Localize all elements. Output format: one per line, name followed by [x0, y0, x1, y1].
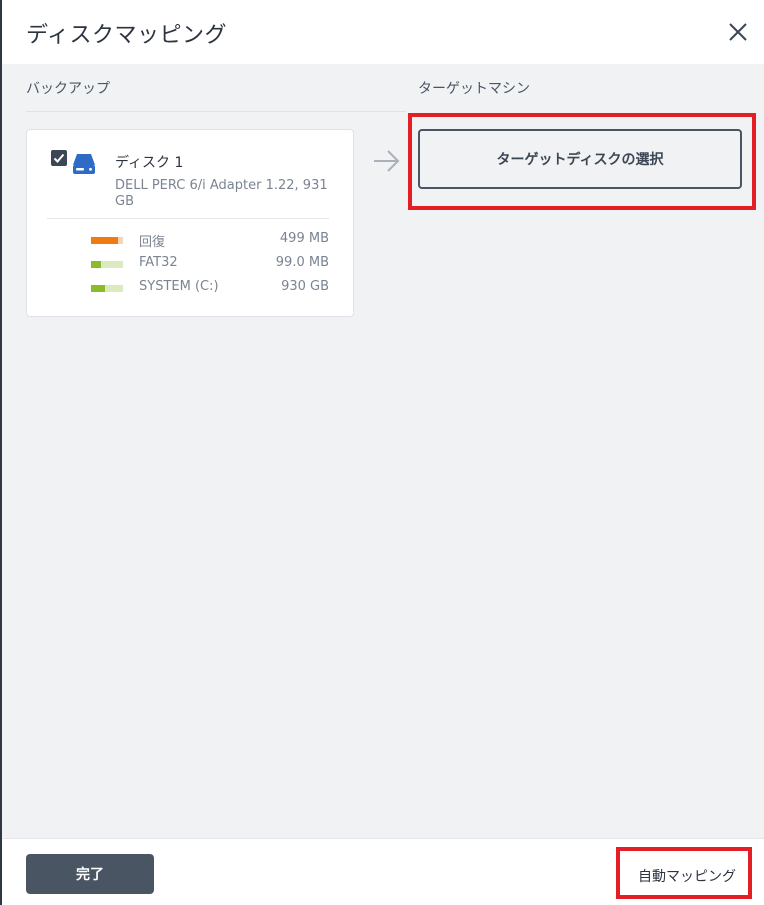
disk-name: ディスク 1 — [115, 155, 184, 171]
disk-checkbox[interactable] — [51, 150, 67, 166]
dialog-header: ディスクマッピング — [2, 0, 764, 64]
partition-size: 499 MB — [279, 231, 329, 246]
partition-usage-bar — [91, 261, 123, 268]
close-icon — [729, 23, 747, 41]
checkmark-icon — [53, 153, 65, 163]
dialog-title: ディスクマッピング — [26, 23, 227, 48]
auto-mapping-link[interactable]: 自動マッピング — [638, 866, 736, 886]
arrow-right-icon — [374, 150, 400, 172]
partition-row: FAT32 99.0 MB — [91, 255, 329, 273]
target-column-header: ターゲットマシン — [418, 81, 530, 97]
partition-size: 930 GB — [281, 279, 329, 294]
partition-name: 回復 — [139, 235, 166, 250]
disk-description: DELL PERC 6/i Adapter 1.22, 931 GB — [115, 178, 328, 209]
column-divider — [26, 111, 406, 112]
disk-mapping-dialog: ディスクマッピング バックアップ ターゲットマシン ディスク 1 DELL PE… — [2, 0, 764, 905]
card-divider — [47, 218, 329, 219]
partition-name: FAT32 — [139, 255, 178, 270]
backup-column-header: バックアップ — [26, 81, 110, 97]
close-button[interactable] — [722, 16, 754, 48]
partition-usage-fill — [91, 237, 119, 244]
partition-row: 回復 499 MB — [91, 231, 329, 250]
source-disk-card: ディスク 1 DELL PERC 6/i Adapter 1.22, 931 G… — [26, 129, 354, 317]
done-button[interactable]: 完了 — [26, 854, 154, 894]
partition-size: 99.0 MB — [275, 255, 329, 270]
select-target-disk-button[interactable]: ターゲットディスクの選択 — [418, 129, 742, 189]
partition-usage-fill — [91, 285, 106, 292]
partition-row: SYSTEM (C:) 930 GB — [91, 279, 329, 297]
partition-usage-fill — [91, 261, 101, 268]
partition-usage-bar — [91, 237, 123, 244]
partition-name: SYSTEM (C:) — [139, 279, 219, 294]
dialog-footer: 完了 自動マッピング — [2, 838, 764, 905]
partition-usage-bar — [91, 285, 123, 292]
hard-disk-icon — [73, 154, 95, 174]
